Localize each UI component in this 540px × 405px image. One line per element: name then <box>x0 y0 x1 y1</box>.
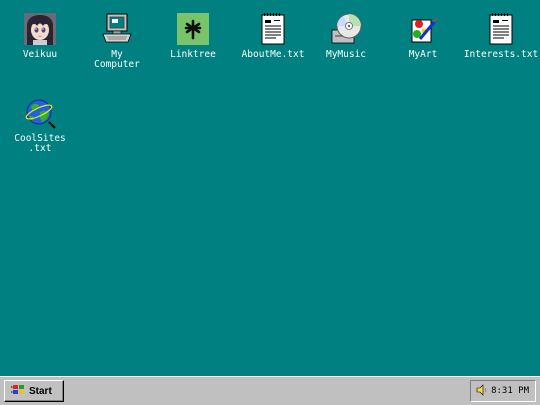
desktop: Veikuu My Computer Linktree AboutMe.txt … <box>0 0 540 376</box>
desktop-icon-coolsites-txt[interactable]: CoolSites .txt <box>4 96 76 154</box>
text-file-icon <box>256 12 290 46</box>
desktop-icon-interests-txt[interactable]: Interests.txt <box>462 12 540 60</box>
computer-icon <box>100 12 134 46</box>
desktop-icon-label: Veikuu <box>22 49 58 60</box>
desktop-icon-mymusic[interactable]: MyMusic <box>310 12 382 60</box>
start-label: Start <box>29 385 52 397</box>
speaker-icon[interactable] <box>476 383 488 399</box>
paint-icon <box>406 12 440 46</box>
system-tray: 8:31 PM <box>470 380 536 402</box>
desktop-icon-veikuu[interactable]: Veikuu <box>4 12 76 60</box>
desktop-icon-aboutme-txt[interactable]: AboutMe.txt <box>237 12 309 60</box>
desktop-icon-label: My Computer <box>94 49 140 70</box>
desktop-icon-label: AboutMe.txt <box>241 49 305 60</box>
start-button[interactable]: Start <box>4 380 64 402</box>
globe-icon <box>23 96 57 130</box>
cd-music-icon <box>329 12 363 46</box>
desktop-icon-my-computer[interactable]: My Computer <box>81 12 153 70</box>
desktop-icon-linktree[interactable]: Linktree <box>157 12 229 60</box>
clock[interactable]: 8:31 PM <box>491 386 529 396</box>
windows-logo-icon <box>11 384 25 399</box>
anime-avatar-icon <box>23 12 57 46</box>
desktop-icon-label: Linktree <box>170 49 216 60</box>
desktop-icon-myart[interactable]: MyArt <box>387 12 459 60</box>
taskbar: Start 8:31 PM <box>0 376 540 405</box>
desktop-icon-label: CoolSites .txt <box>14 133 66 154</box>
desktop-icon-label: Interests.txt <box>463 49 539 60</box>
text-file-icon <box>484 12 518 46</box>
linktree-icon <box>176 12 210 46</box>
desktop-icon-label: MyArt <box>408 49 438 60</box>
desktop-icon-label: MyMusic <box>325 49 367 60</box>
